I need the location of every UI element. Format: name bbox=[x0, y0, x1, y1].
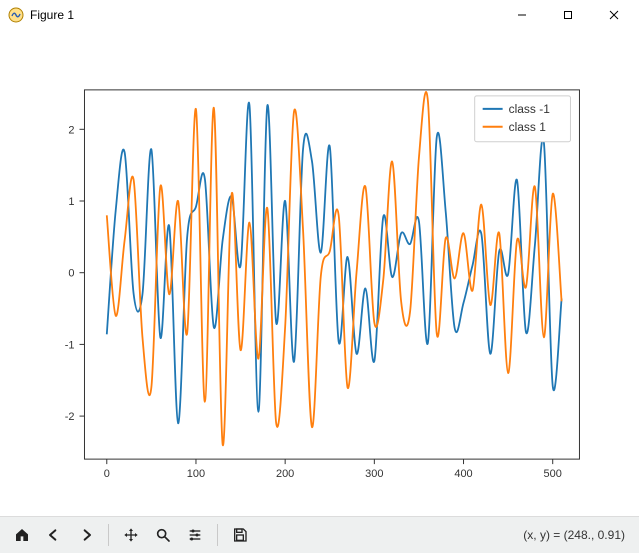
svg-text:100: 100 bbox=[187, 468, 205, 480]
zoom-button[interactable] bbox=[149, 521, 177, 549]
titlebar-left: Figure 1 bbox=[8, 7, 74, 23]
pan-button[interactable] bbox=[117, 521, 145, 549]
titlebar: Figure 1 bbox=[0, 0, 639, 30]
svg-text:1: 1 bbox=[68, 196, 74, 208]
toolbar: (x, y) = (248., 0.91) bbox=[0, 516, 639, 553]
svg-text:500: 500 bbox=[544, 468, 562, 480]
back-button[interactable] bbox=[40, 521, 68, 549]
home-button[interactable] bbox=[8, 521, 36, 549]
window-title: Figure 1 bbox=[30, 8, 74, 22]
svg-text:0: 0 bbox=[68, 268, 74, 280]
svg-text:300: 300 bbox=[365, 468, 383, 480]
maximize-button[interactable] bbox=[545, 0, 591, 30]
svg-text:0: 0 bbox=[104, 468, 110, 480]
svg-text:-1: -1 bbox=[65, 339, 75, 351]
toolbar-separator bbox=[217, 524, 218, 546]
window-controls bbox=[499, 0, 637, 30]
forward-button[interactable] bbox=[72, 521, 100, 549]
toolbar-separator bbox=[108, 524, 109, 546]
toolbar-left bbox=[8, 521, 254, 549]
cursor-readout: (x, y) = (248., 0.91) bbox=[523, 528, 631, 542]
svg-text:400: 400 bbox=[454, 468, 472, 480]
svg-text:200: 200 bbox=[276, 468, 294, 480]
save-button[interactable] bbox=[226, 521, 254, 549]
minimize-button[interactable] bbox=[499, 0, 545, 30]
close-button[interactable] bbox=[591, 0, 637, 30]
svg-text:-2: -2 bbox=[65, 411, 75, 423]
svg-text:2: 2 bbox=[68, 124, 74, 136]
line-chart: 0 100 200 300 400 500 -2 -1 0 1 2 class -1 class 1 bbox=[0, 30, 639, 516]
app-icon bbox=[8, 7, 24, 23]
configure-subplots-button[interactable] bbox=[181, 521, 209, 549]
svg-text:class 1: class 1 bbox=[509, 120, 547, 134]
svg-text:class -1: class -1 bbox=[509, 102, 551, 116]
plot-area[interactable]: 0 100 200 300 400 500 -2 -1 0 1 2 class -1 class 1 bbox=[0, 30, 639, 516]
figure-window: Figure 1 0 100 200 300 400 500 -2 -1 0 1 2 class -1… bbox=[0, 0, 639, 553]
